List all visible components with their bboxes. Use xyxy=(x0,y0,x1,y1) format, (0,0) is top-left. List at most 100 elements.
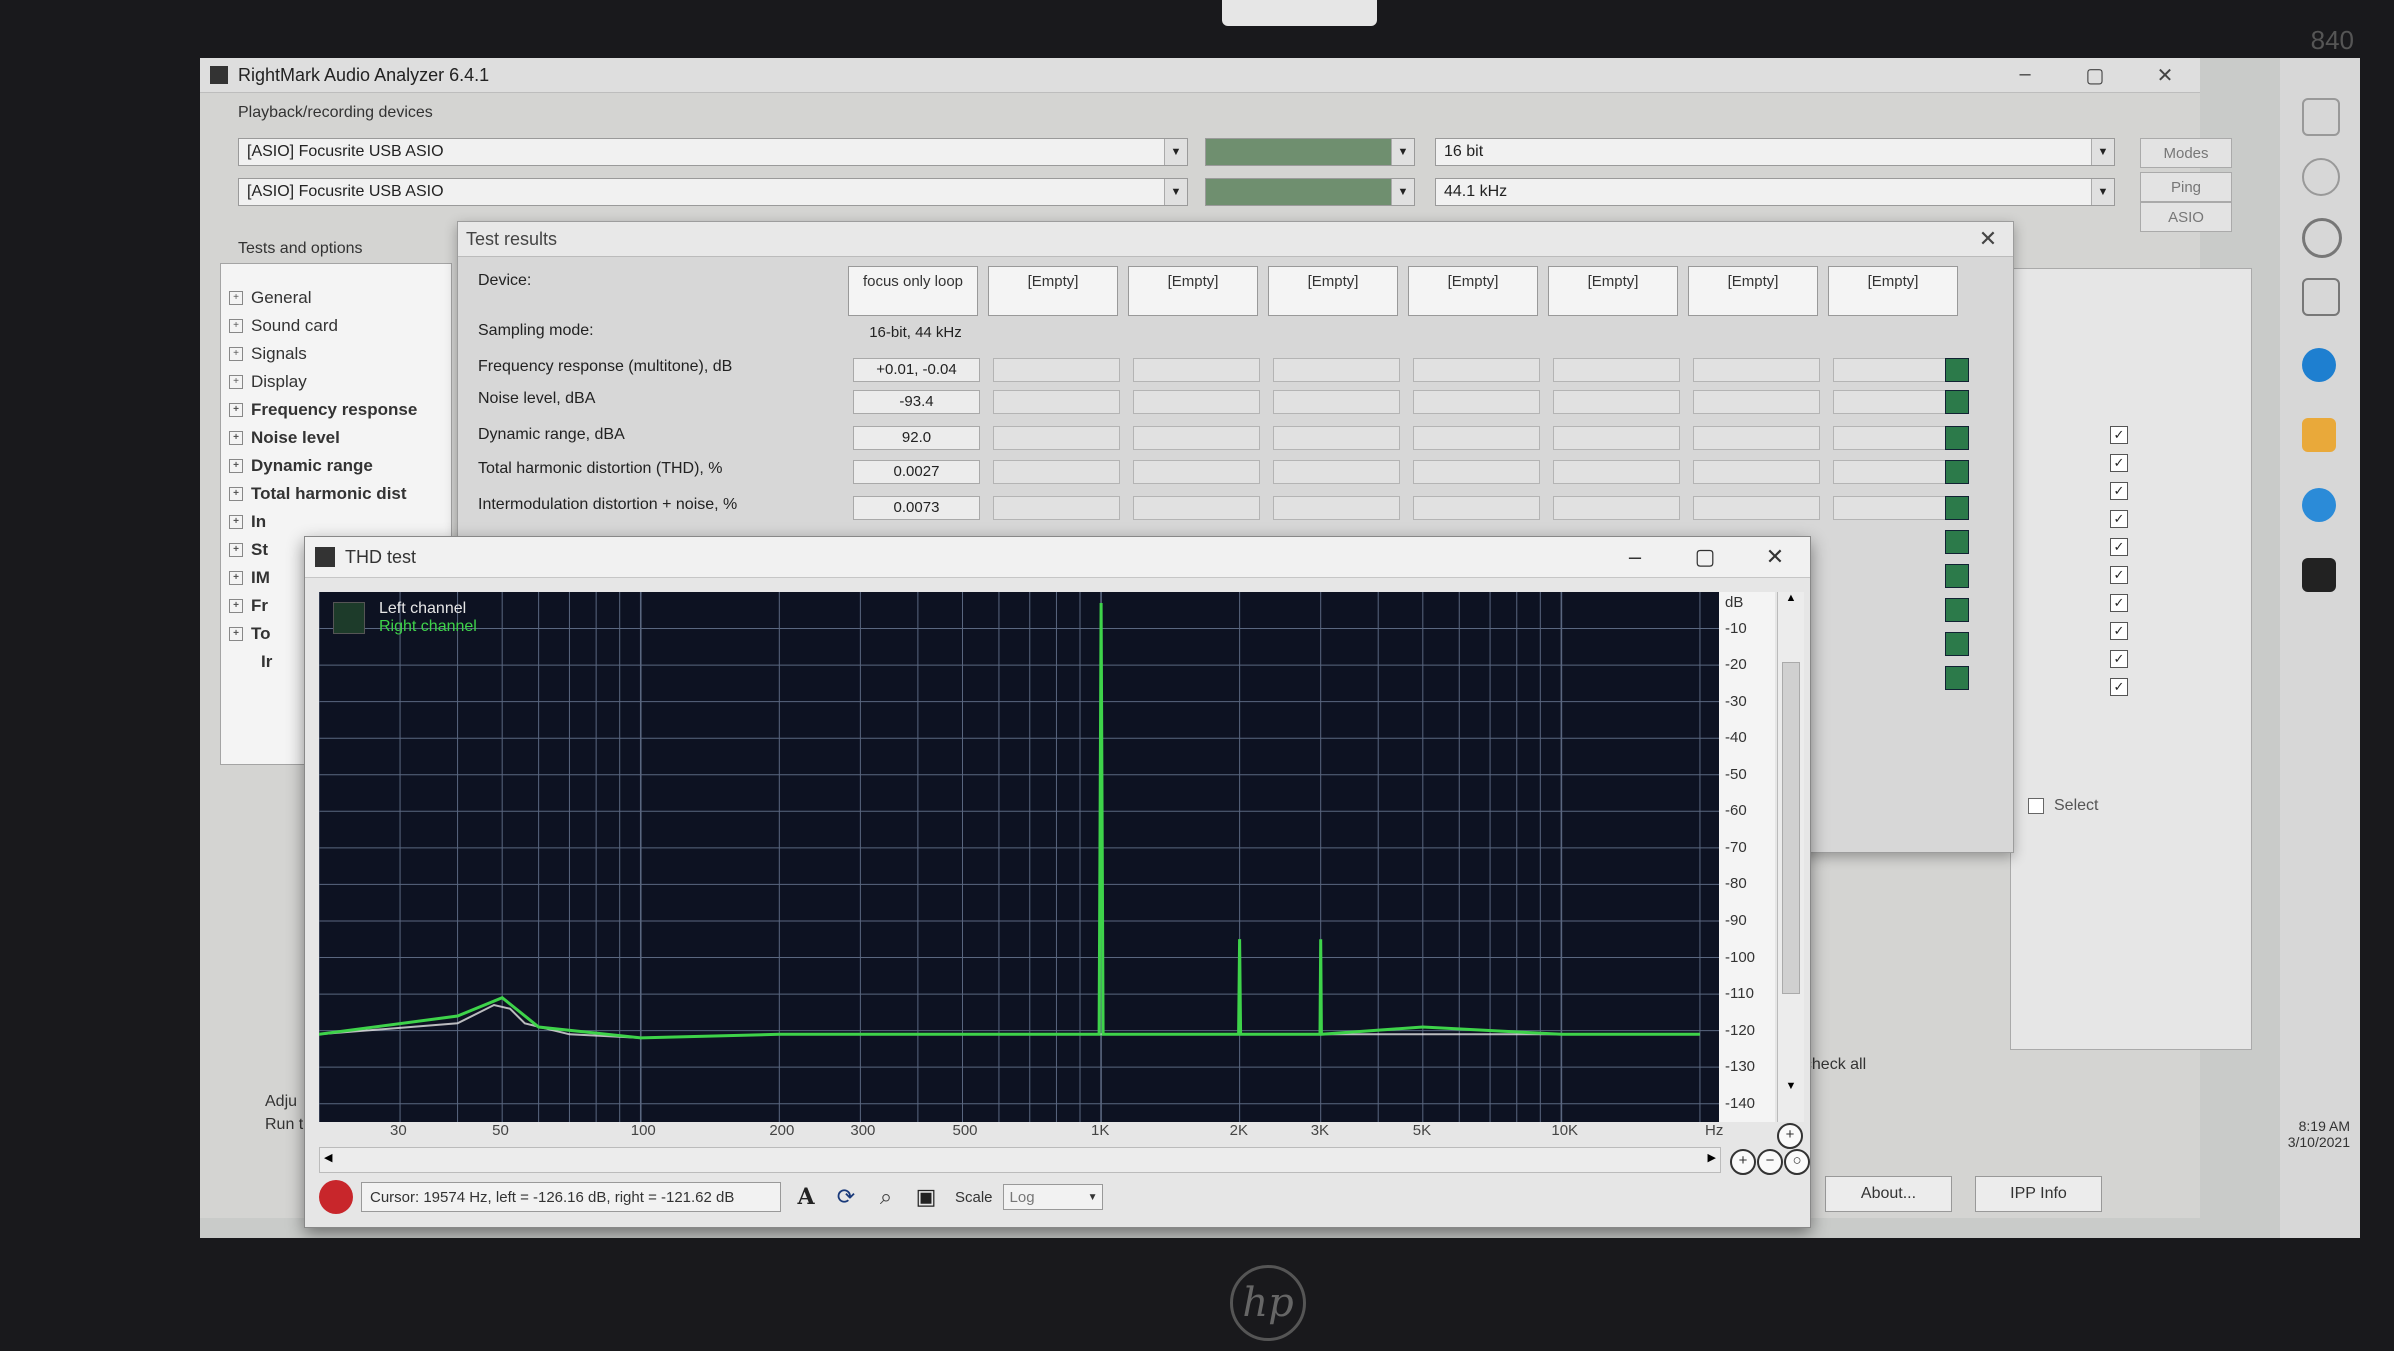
maximize-icon[interactable]: ▢ xyxy=(2060,63,2130,88)
recording-device-select[interactable]: [ASIO] Focusrite USB ASIO ▼ xyxy=(238,178,1188,206)
zoom-out-icon[interactable]: − xyxy=(1757,1149,1783,1175)
scroll-thumb[interactable] xyxy=(1782,662,1800,994)
column-header-device[interactable]: focus only loop xyxy=(848,266,978,316)
tree-item[interactable]: + Display xyxy=(221,368,451,396)
empty-cell xyxy=(1133,358,1260,382)
scroll-up-icon[interactable]: ▲ xyxy=(1778,592,1804,604)
tree-item[interactable]: + Noise level xyxy=(221,424,451,452)
graph-icon[interactable] xyxy=(1945,598,1969,622)
sample-rate-select[interactable]: 44.1 kHz ▼ xyxy=(1435,178,2115,206)
windows-start-icon[interactable] xyxy=(2302,98,2340,136)
graph-icon[interactable] xyxy=(1945,426,1969,450)
empty-cell xyxy=(1273,358,1400,382)
minimize-icon[interactable]: – xyxy=(1990,63,2060,88)
checkbox[interactable]: ✓ xyxy=(2110,482,2128,500)
graph-icon[interactable] xyxy=(1945,460,1969,484)
channel-select-1[interactable]: ▼ xyxy=(1205,138,1415,166)
checkbox[interactable]: ✓ xyxy=(2110,426,2128,444)
select-checkbox[interactable]: Select xyxy=(2028,797,2098,815)
x-axis: Hz 30 50 100 200 300 500 1K 2K 3K 5K 10K xyxy=(319,1122,1775,1144)
graph-icon[interactable] xyxy=(1945,564,1969,588)
tree-item[interactable]: + Signals xyxy=(221,340,451,368)
tree-item-label: Signals xyxy=(251,344,307,363)
tree-item[interactable]: + Sound card xyxy=(221,312,451,340)
clock[interactable]: 8:19 AM 3/10/2021 xyxy=(2270,1118,2350,1150)
graph-icon[interactable] xyxy=(1945,530,1969,554)
checkbox[interactable]: ✓ xyxy=(2110,510,2128,528)
vertical-scrollbar[interactable]: ▲ ▼ xyxy=(1777,592,1804,1122)
close-icon[interactable]: ✕ xyxy=(1963,226,2013,252)
y-tick-label: -40 xyxy=(1725,729,1747,747)
rmaa-taskbar-icon[interactable] xyxy=(2302,558,2336,592)
horizontal-scrollbar[interactable]: ◀ ▶ xyxy=(319,1147,1721,1173)
minimize-icon[interactable]: – xyxy=(1600,544,1670,570)
zoom-in-icon[interactable]: + xyxy=(1777,1123,1803,1149)
checkbox[interactable]: ✓ xyxy=(2110,454,2128,472)
scroll-left-icon[interactable]: ◀ xyxy=(324,1151,332,1164)
column-header-empty[interactable]: [Empty] xyxy=(1408,266,1538,316)
y-tick-label: -130 xyxy=(1725,1058,1756,1076)
maximize-icon[interactable]: ▢ xyxy=(1670,544,1740,570)
checkbox[interactable]: ✓ xyxy=(2110,538,2128,556)
checkbox[interactable]: ✓ xyxy=(2110,678,2128,696)
checkbox[interactable]: ✓ xyxy=(2110,566,2128,584)
y-tick-label: -20 xyxy=(1725,656,1747,674)
graph-icon[interactable] xyxy=(1945,496,1969,520)
ping-button[interactable]: Ping xyxy=(2140,172,2232,202)
playback-device-select[interactable]: [ASIO] Focusrite USB ASIO ▼ xyxy=(238,138,1188,166)
empty-cell xyxy=(1413,496,1540,520)
zoom-in-icon[interactable]: + xyxy=(1730,1149,1756,1175)
asio-button[interactable]: ASIO xyxy=(2140,202,2232,232)
about-button[interactable]: About... xyxy=(1825,1176,1952,1212)
tree-item[interactable]: + Total harmonic dist xyxy=(221,480,451,508)
graph-icon[interactable] xyxy=(1945,666,1969,690)
channel-select-2[interactable]: ▼ xyxy=(1205,178,1415,206)
search-icon[interactable] xyxy=(2302,158,2340,196)
scroll-down-icon[interactable]: ▼ xyxy=(1778,1080,1804,1092)
checkbox[interactable]: ✓ xyxy=(2110,594,2128,612)
graph-icon[interactable] xyxy=(1945,358,1969,382)
column-header-empty[interactable]: [Empty] xyxy=(1828,266,1958,316)
tree-item[interactable]: + Dynamic range xyxy=(221,452,451,480)
spectrum-plot[interactable]: Left channel Right channel xyxy=(318,592,1719,1122)
column-header-empty[interactable]: [Empty] xyxy=(988,266,1118,316)
file-explorer-icon[interactable] xyxy=(2302,418,2336,452)
tree-item[interactable]: + In xyxy=(221,508,451,536)
ipp-info-button[interactable]: IPP Info xyxy=(1975,1176,2102,1212)
close-icon[interactable]: ✕ xyxy=(2130,63,2200,88)
refresh-icon[interactable]: ⟳ xyxy=(831,1182,861,1212)
checkbox[interactable]: ✓ xyxy=(2110,622,2128,640)
edge-icon[interactable] xyxy=(2302,348,2336,382)
empty-cell xyxy=(1553,460,1680,484)
bit-depth-select[interactable]: 16 bit ▼ xyxy=(1435,138,2115,166)
zoom-reset-icon[interactable]: ○ xyxy=(1784,1149,1810,1175)
tree-item[interactable]: + Frequency response xyxy=(221,396,451,424)
tree-item[interactable]: + General xyxy=(221,284,451,312)
column-header-empty[interactable]: [Empty] xyxy=(1548,266,1678,316)
record-icon[interactable] xyxy=(319,1180,353,1214)
save-icon[interactable]: ▣ xyxy=(911,1182,941,1212)
cursor-readout: Cursor: 19574 Hz, left = -126.16 dB, rig… xyxy=(361,1182,781,1212)
graph-icon[interactable] xyxy=(1945,390,1969,414)
app-icon xyxy=(210,66,228,84)
expand-icon: + xyxy=(229,459,243,473)
x-tick-label: 50 xyxy=(492,1122,509,1139)
checkbox[interactable]: ✓ xyxy=(2110,650,2128,668)
cortana-icon[interactable] xyxy=(2302,218,2342,258)
magnifier-icon[interactable]: ⌕ xyxy=(871,1182,901,1212)
column-header-empty[interactable]: [Empty] xyxy=(1128,266,1258,316)
taskbar: 8:19 AM 3/10/2021 xyxy=(2280,58,2360,1238)
scale-label: Scale xyxy=(955,1188,993,1206)
text-tool-icon[interactable]: A xyxy=(791,1182,821,1212)
internet-explorer-icon[interactable] xyxy=(2302,488,2336,522)
expand-icon: + xyxy=(229,627,243,641)
scale-select[interactable]: Log ▼ xyxy=(1002,1184,1103,1210)
modes-button[interactable]: Modes xyxy=(2140,138,2232,168)
close-icon[interactable]: ✕ xyxy=(1740,544,1810,570)
column-header-empty[interactable]: [Empty] xyxy=(1688,266,1818,316)
column-header-empty[interactable]: [Empty] xyxy=(1268,266,1398,316)
task-view-icon[interactable] xyxy=(2302,278,2340,316)
tree-item-label: General xyxy=(251,288,312,307)
graph-icon[interactable] xyxy=(1945,632,1969,656)
scroll-right-icon[interactable]: ▶ xyxy=(1708,1151,1716,1164)
